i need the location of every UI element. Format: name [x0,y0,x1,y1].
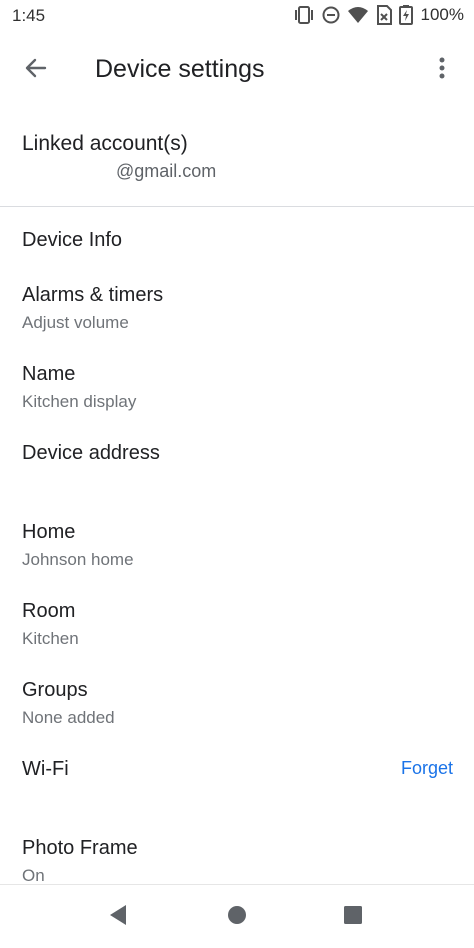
setting-subtitle: On [22,866,45,885]
status-bar: 1:45 100% [0,0,474,34]
arrow-back-icon [23,55,49,86]
linked-accounts-label: Linked account(s) [22,132,188,155]
setting-subtitle: Kitchen [22,629,79,648]
sim-no-signal-icon [376,5,392,25]
setting-row-device-address[interactable]: Device address [0,434,474,506]
page-title: Device settings [95,55,265,83]
section-header-device-info: Device Info [22,229,123,251]
setting-row-groups[interactable]: Groups None added [0,671,474,743]
setting-title: Room [22,600,76,622]
setting-title: Name [22,363,76,385]
setting-row-name[interactable]: Name Kitchen display [0,355,474,427]
setting-title: Alarms & timers [22,284,164,306]
setting-title: Photo Frame [22,837,138,859]
divider [0,206,474,207]
nav-back-button[interactable] [102,901,134,933]
setting-title: Home [22,521,76,543]
setting-row-home[interactable]: Home Johnson home [0,513,474,585]
wifi-icon [347,6,369,24]
forget-wifi-button[interactable]: Forget [401,758,453,779]
back-button[interactable] [14,48,58,92]
setting-title: Wi-Fi [22,758,69,780]
setting-row-alarms-timers[interactable]: Alarms & timers Adjust volume [0,276,474,348]
vibrate-icon [293,6,315,24]
nav-back-icon [108,904,128,931]
status-icons: 100% [293,5,464,25]
app-bar: Device settings [0,34,474,104]
nav-home-button[interactable] [221,901,253,933]
linked-account-email: @gmail.com [116,161,217,181]
setting-title: Device address [22,442,160,464]
setting-row-wifi: Wi-Fi Forget [0,750,474,822]
nav-recents-button[interactable] [337,901,369,933]
setting-subtitle: Johnson home [22,550,134,569]
do-not-disturb-icon [322,6,340,24]
system-nav-bar [0,884,474,948]
setting-subtitle: None added [22,708,115,727]
setting-title: Groups [22,679,88,701]
setting-subtitle: Adjust volume [22,313,129,332]
battery-percentage: 100% [420,5,464,24]
nav-home-icon [227,905,247,930]
more-options-button[interactable] [422,48,462,92]
setting-row-room[interactable]: Room Kitchen [0,592,474,664]
more-vert-icon [438,56,446,85]
linked-accounts-row[interactable]: Linked account(s) @gmail.com [0,120,474,200]
status-time: 1:45 [12,6,46,25]
setting-subtitle: Kitchen display [22,392,137,411]
battery-charging-icon [398,5,413,25]
nav-recents-icon [343,905,363,930]
